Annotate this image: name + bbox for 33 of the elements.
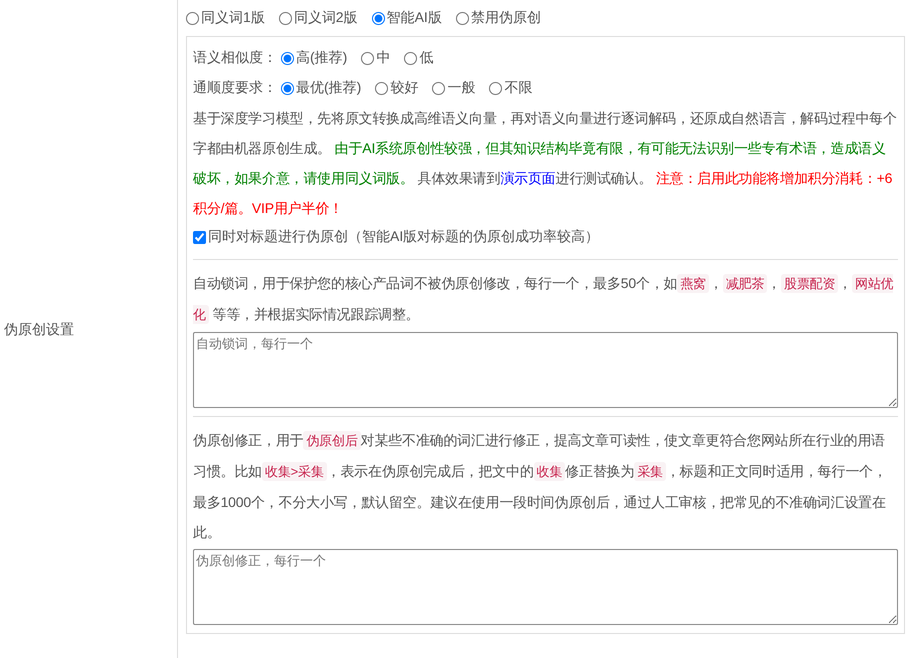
radio-button[interactable] <box>278 12 292 24</box>
input-field[interactable]: 伪原创修正，每行一个 <box>193 549 898 625</box>
radio-option-label[interactable]: 最优(推荐) <box>296 79 362 97</box>
demo-link[interactable]: 演示页面 <box>500 170 556 186</box>
radio-option-label[interactable]: 一般 <box>447 79 476 97</box>
radio-option-label[interactable]: 不限 <box>504 79 532 97</box>
description-paragraph: 基于深度学习模型，先将原文转换成高维语义向量，再对语义向量进行逐词解码，还原成自然语言，解码过程中每个字都由机器原创生成。 由于AI系统原创性较强，但其知识结构毕竟有限，有可能无法识别一些专有术语，造成语义破坏，如果介意，请使用同义词版。 具体效果请到演示页面进行测试确认。 注意：启用此功能将增加积分消耗：+6积分/篇。VIP用户半价！ <box>193 109 898 218</box>
checkbox-label[interactable]: 同时对标题进行伪原创（智能AI版对标题的伪原创成功率较高） <box>208 228 600 246</box>
radio-button[interactable] <box>404 52 418 64</box>
radio-option-label[interactable]: 高(推荐) <box>296 49 348 67</box>
radio-option-label[interactable]: 较好 <box>390 79 418 97</box>
checkbox[interactable] <box>193 230 206 244</box>
radio-button[interactable] <box>281 52 294 64</box>
option-label: 通顺度要求： <box>193 79 277 97</box>
radio-button[interactable] <box>361 52 374 64</box>
settings-label: 伪原创设置 <box>4 321 74 339</box>
radio-option-label[interactable]: 中 <box>376 49 390 67</box>
radio-option-label[interactable]: 低 <box>419 49 434 67</box>
radio-button[interactable] <box>456 12 469 24</box>
radio-button[interactable] <box>372 12 385 24</box>
mode-option-label[interactable]: 同义词2版 <box>294 9 358 27</box>
radio-button[interactable] <box>186 12 199 24</box>
radio-button[interactable] <box>281 82 294 94</box>
radio-button[interactable] <box>432 82 446 94</box>
option-label: 语义相似度： <box>193 49 277 67</box>
description-paragraph: 伪原创修正，用于 伪原创后 对某些不准确的词汇进行修正，提高文章可读性，使文章更符合您网站所在行业的用语习惯。比如 收集>采集 ，表示在伪原创完成后，把文中的 收集 修正替换为 采集 ，标题和正文同时适用，每行一个，最多1000个，不分大小写，默认留空。建议在使用一段时间伪原创后，通过人工审核，把常见的不准确词汇设置在此。 <box>193 430 888 542</box>
description-paragraph: 自动锁词，用于保护您的核心产品词不被伪原创修改，每行一个，最多50个，如 燕窝 ， 减肥茶 ， 股票配资 ， 网站优化 等等，并根据实际情况跟踪调整。 <box>193 273 894 326</box>
mode-option-label[interactable]: 禁用伪原创 <box>470 9 541 27</box>
radio-button[interactable] <box>375 82 388 94</box>
radio-button[interactable] <box>489 82 502 94</box>
mode-option-label[interactable]: 同义词1版 <box>201 9 265 27</box>
mode-option-label[interactable]: 智能AI版 <box>386 9 442 27</box>
input-field[interactable]: 自动锁词，每行一个 <box>193 332 898 408</box>
